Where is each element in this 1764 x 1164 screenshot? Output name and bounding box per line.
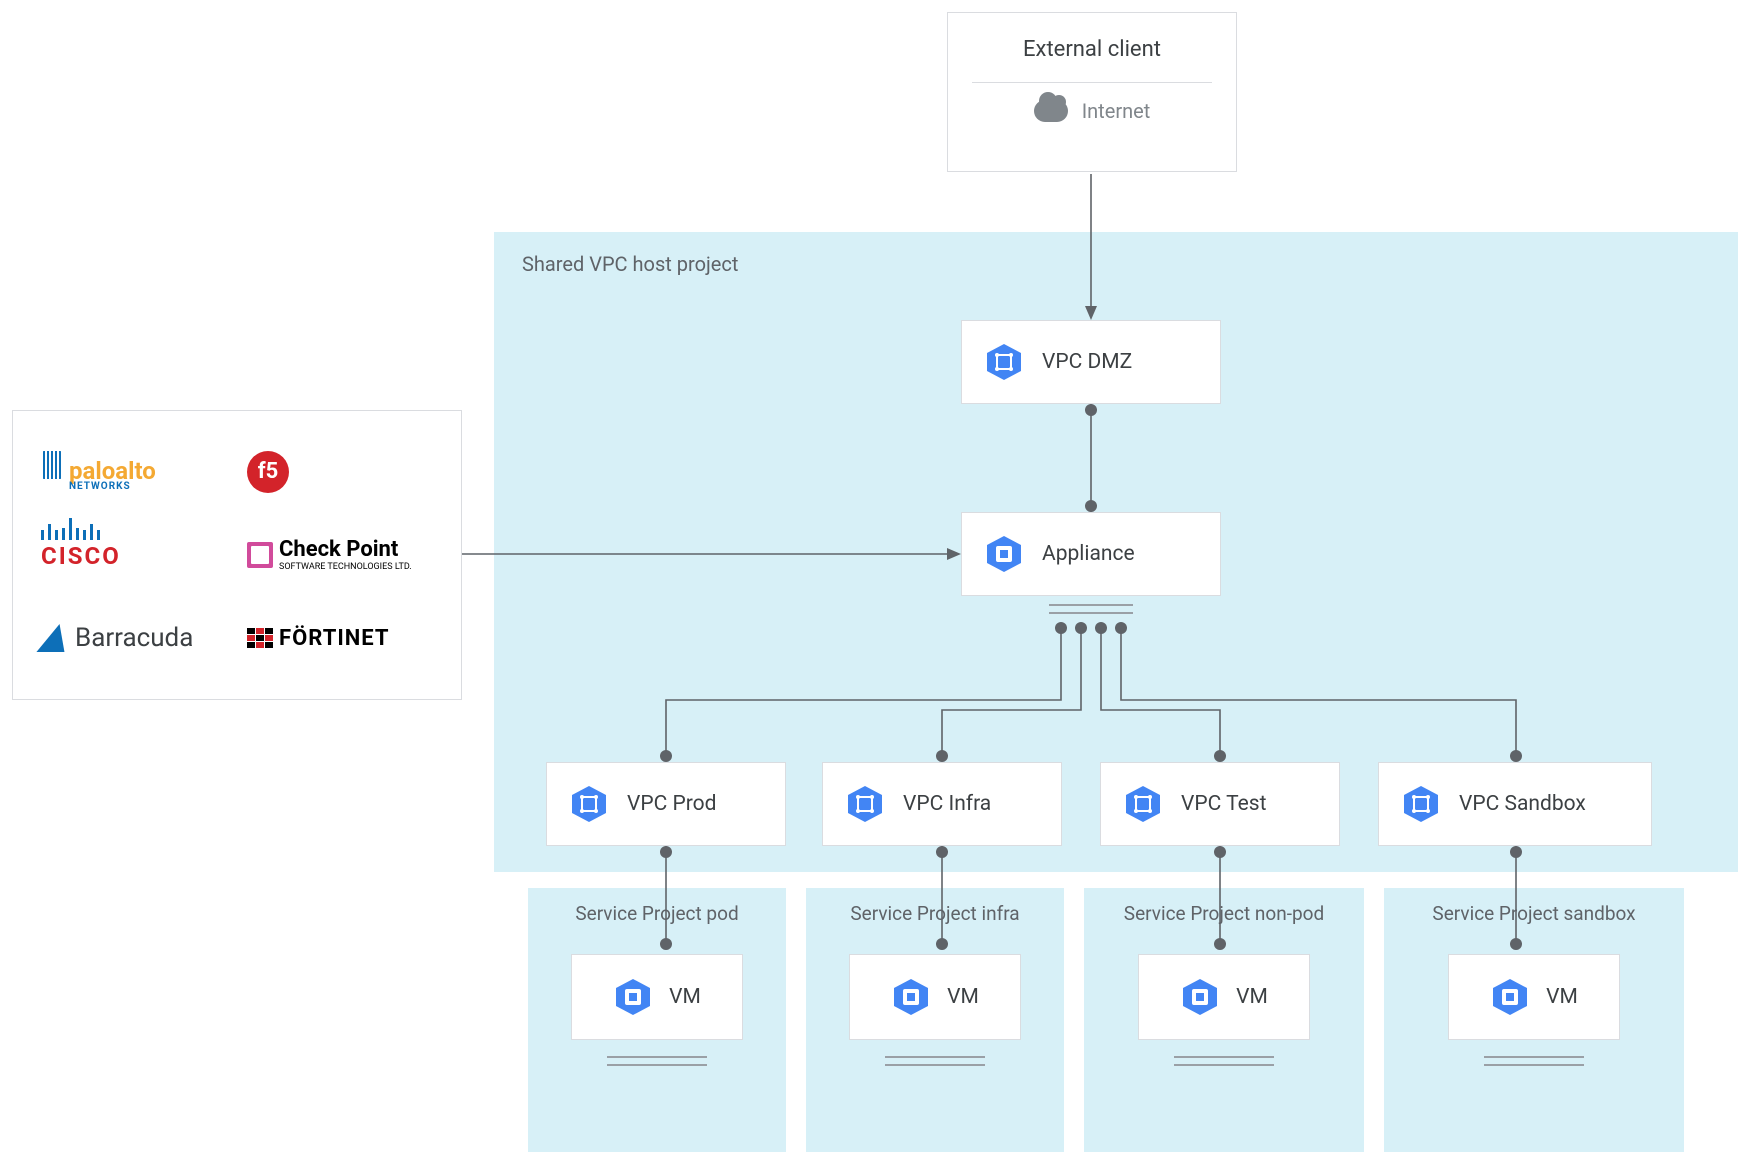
vm-node: VM xyxy=(1138,954,1310,1040)
compute-icon xyxy=(1180,977,1220,1017)
compute-icon xyxy=(891,977,931,1017)
vpc-icon xyxy=(984,342,1024,382)
vpc-test-node: VPC Test xyxy=(1100,762,1340,846)
compute-icon xyxy=(1490,977,1530,1017)
vendor-paloalto: paloalto NETWORKS xyxy=(41,435,227,508)
vpc-infra-label: VPC Infra xyxy=(903,792,991,816)
fortinet-icon xyxy=(247,628,273,648)
nic-lines xyxy=(1484,1050,1584,1066)
vendor-f5: f5 xyxy=(247,435,433,508)
vpc-test-label: VPC Test xyxy=(1181,792,1266,816)
vpc-dmz-node: VPC DMZ xyxy=(961,320,1221,404)
internet-label: Internet xyxy=(1082,99,1151,123)
vpc-icon xyxy=(569,784,609,824)
vpc-sandbox-node: VPC Sandbox xyxy=(1378,762,1652,846)
vendor-checkpoint: Check Point SOFTWARE TECHNOLOGIES LTD. xyxy=(247,518,433,591)
vpc-dmz-label: VPC DMZ xyxy=(1042,350,1132,374)
service-project-infra: Service Project infra VM xyxy=(806,888,1064,1152)
vpc-sandbox-label: VPC Sandbox xyxy=(1459,792,1586,816)
barracuda-icon xyxy=(36,624,73,652)
cloud-icon xyxy=(1034,100,1068,122)
service-project-nonpod: Service Project non-pod VM xyxy=(1084,888,1364,1152)
service-project-sandbox: Service Project sandbox VM xyxy=(1384,888,1684,1152)
cisco-icon xyxy=(41,518,100,540)
vm-node: VM xyxy=(1448,954,1620,1040)
appliance-vendors-box: paloalto NETWORKS f5 CISCO Check Point S… xyxy=(12,410,462,700)
architecture-diagram: External client Internet Shared VPC host… xyxy=(0,0,1764,1164)
nic-lines xyxy=(1174,1050,1274,1066)
external-client-title: External client xyxy=(948,37,1236,62)
vpc-prod-node: VPC Prod xyxy=(546,762,786,846)
vendor-cisco: CISCO xyxy=(41,518,227,591)
vpc-icon xyxy=(845,784,885,824)
f5-icon: f5 xyxy=(247,451,289,493)
vm-node: VM xyxy=(849,954,1021,1040)
svc-label: Service Project infra xyxy=(806,902,1064,925)
checkpoint-icon xyxy=(247,542,273,568)
vpc-icon xyxy=(1123,784,1163,824)
svc-label: Service Project pod xyxy=(528,902,786,925)
host-project-label: Shared VPC host project xyxy=(522,252,738,276)
vm-node: VM xyxy=(571,954,743,1040)
nic-lines xyxy=(885,1050,985,1066)
nic-line xyxy=(1049,612,1133,614)
service-project-pod: Service Project pod VM xyxy=(528,888,786,1152)
vpc-prod-label: VPC Prod xyxy=(627,792,716,816)
vpc-infra-node: VPC Infra xyxy=(822,762,1062,846)
divider xyxy=(972,82,1212,83)
nic-line xyxy=(1049,604,1133,606)
appliance-node: Appliance xyxy=(961,512,1221,596)
compute-icon xyxy=(613,977,653,1017)
svc-label: Service Project sandbox xyxy=(1384,902,1684,925)
appliance-label: Appliance xyxy=(1042,542,1135,566)
vendor-barracuda: Barracuda xyxy=(41,602,227,675)
compute-icon xyxy=(984,534,1024,574)
nic-lines xyxy=(607,1050,707,1066)
svc-label: Service Project non-pod xyxy=(1084,902,1364,925)
vendor-fortinet: FÖRTINET xyxy=(247,602,433,675)
internet-row: Internet xyxy=(948,99,1236,123)
external-client-box: External client Internet xyxy=(947,12,1237,172)
paloalto-icon xyxy=(41,451,63,479)
vpc-icon xyxy=(1401,784,1441,824)
